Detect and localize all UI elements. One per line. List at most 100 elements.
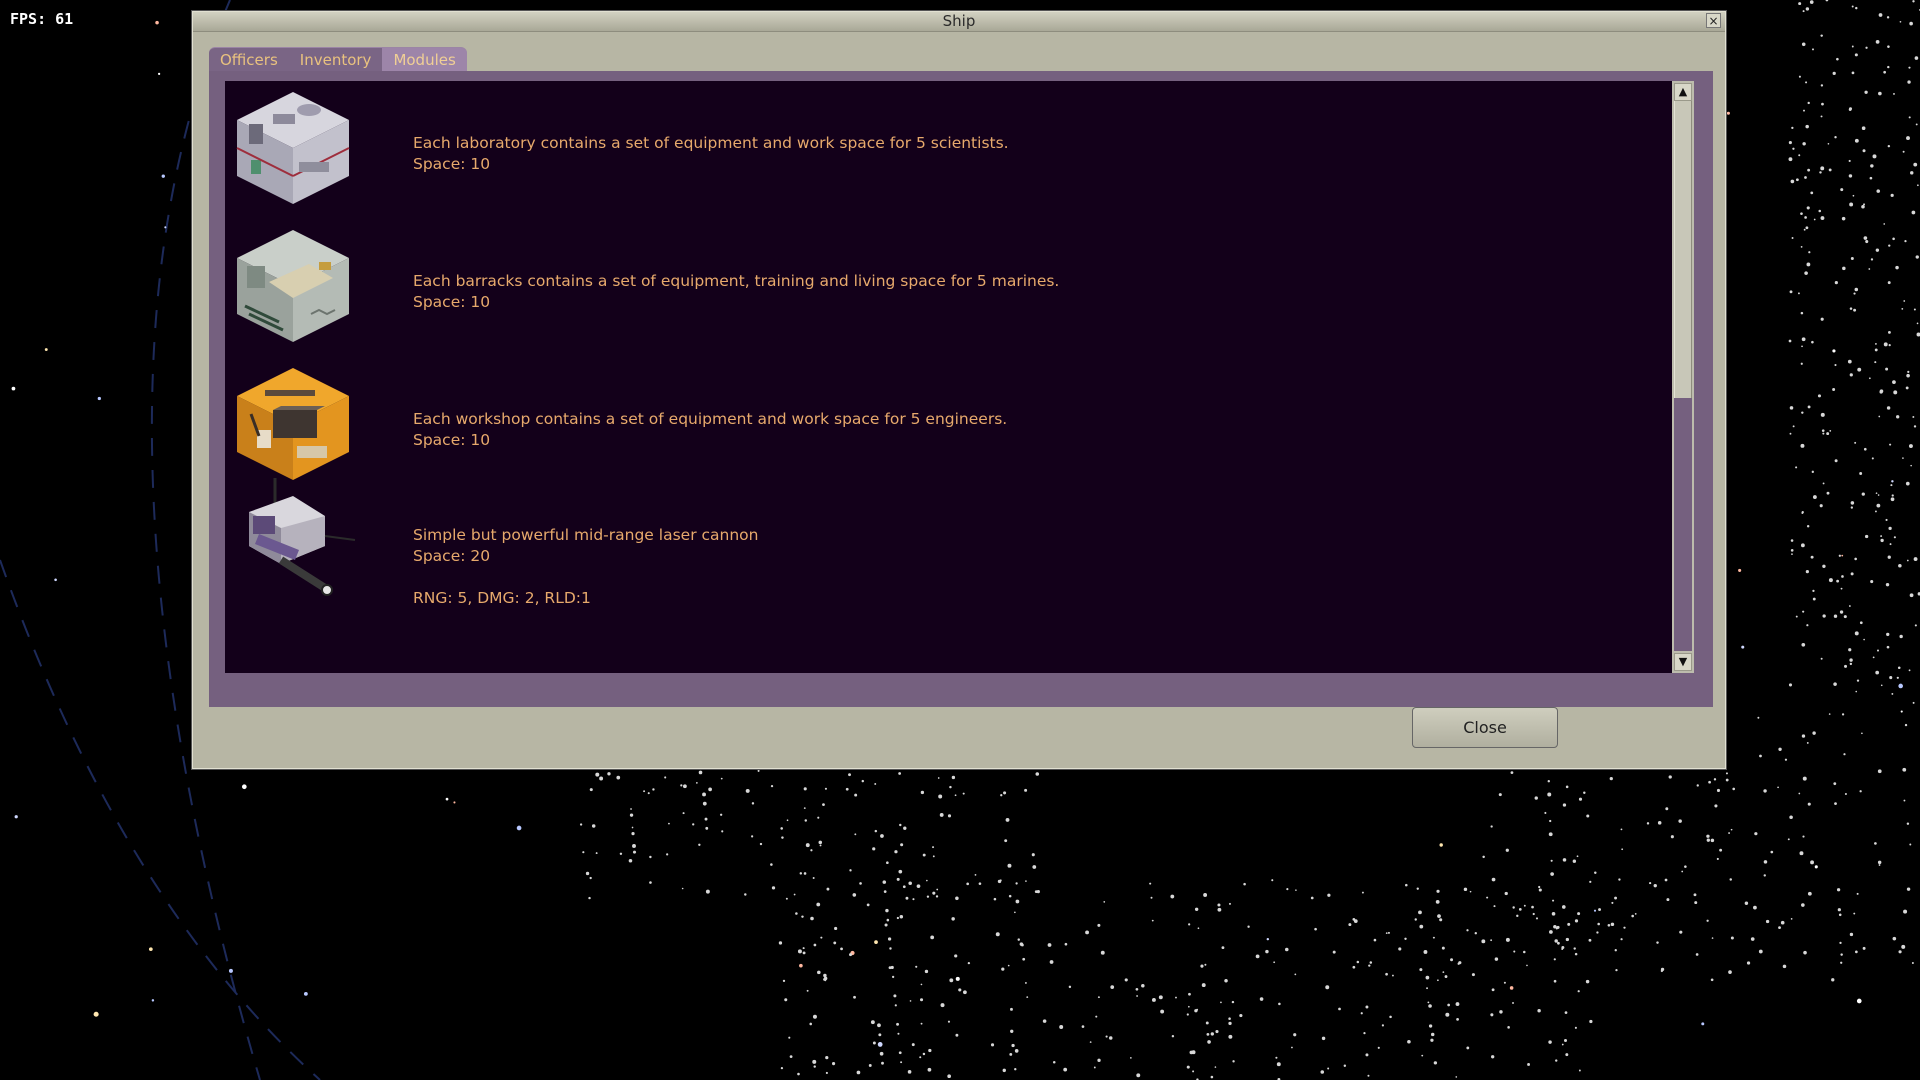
- star: [771, 886, 776, 890]
- list-item[interactable]: Each barracks contains a set of equipmen…: [225, 222, 1672, 352]
- star: [780, 1067, 784, 1070]
- star: [1790, 179, 1795, 184]
- star: [1843, 615, 1847, 619]
- star: [1352, 965, 1356, 969]
- star: [1754, 832, 1758, 836]
- star: [1024, 788, 1028, 792]
- star: [1577, 912, 1581, 916]
- star: [1812, 589, 1815, 593]
- star: [789, 1055, 793, 1059]
- star: [781, 836, 784, 839]
- star: [1789, 406, 1794, 410]
- star: [1890, 484, 1893, 487]
- tab-inventory[interactable]: Inventory: [288, 47, 383, 71]
- close-button[interactable]: Close: [1412, 707, 1558, 748]
- star: [1744, 901, 1749, 906]
- star: [1022, 957, 1026, 961]
- star: [1457, 962, 1460, 965]
- star: [1859, 472, 1863, 475]
- star: [810, 916, 814, 921]
- star: [1553, 958, 1556, 961]
- star: [1097, 1058, 1101, 1062]
- scrollbar-track[interactable]: [1674, 398, 1692, 651]
- star: [966, 882, 970, 886]
- star: [1611, 901, 1614, 904]
- star: [1089, 1041, 1092, 1043]
- star: [872, 847, 876, 851]
- star: [588, 896, 591, 900]
- star: [1498, 793, 1502, 797]
- star: [1433, 1061, 1438, 1065]
- star: [1486, 896, 1489, 899]
- star: [1877, 494, 1880, 496]
- star: [720, 777, 723, 780]
- star: [1878, 13, 1883, 17]
- star: [859, 882, 862, 885]
- star: [1902, 150, 1905, 153]
- star: [1523, 904, 1526, 907]
- star: [1444, 975, 1448, 978]
- tab-modules[interactable]: Modules: [382, 47, 467, 71]
- star: [1668, 775, 1672, 779]
- star: [1875, 248, 1880, 252]
- star: [1192, 1070, 1195, 1073]
- star: [1914, 56, 1919, 60]
- tab-officers[interactable]: Officers: [209, 47, 289, 71]
- star: [1063, 1067, 1068, 1072]
- star: [616, 775, 621, 780]
- star: [1042, 1019, 1047, 1023]
- modules-scrollbar[interactable]: ▲ ▼: [1672, 81, 1694, 673]
- close-icon[interactable]: ×: [1706, 13, 1721, 28]
- modules-list[interactable]: Each laboratory contains a set of equipm…: [225, 81, 1672, 673]
- scrollbar-thumb[interactable]: [1674, 101, 1692, 398]
- star: [1854, 441, 1857, 444]
- module-space: Space: 10: [413, 431, 491, 449]
- star: [1684, 865, 1687, 868]
- star: [1890, 193, 1894, 197]
- star: [939, 813, 944, 817]
- star: [797, 949, 802, 954]
- star: [1243, 882, 1246, 886]
- star: [1678, 819, 1682, 823]
- star: [1836, 888, 1841, 892]
- star: [1510, 771, 1514, 775]
- star: [582, 851, 585, 854]
- star: [1915, 255, 1919, 259]
- star: [1108, 1036, 1113, 1040]
- star: [1865, 46, 1868, 49]
- star: [1694, 901, 1698, 905]
- star: [1832, 349, 1836, 353]
- star: [1207, 1040, 1211, 1044]
- workshop-module-icon: [237, 368, 349, 480]
- star: [955, 896, 959, 901]
- star: [993, 897, 997, 901]
- scroll-down-icon[interactable]: ▼: [1674, 653, 1692, 671]
- star: [1714, 804, 1718, 808]
- scroll-up-icon[interactable]: ▲: [1674, 83, 1692, 101]
- star: [1916, 322, 1919, 325]
- window-titlebar[interactable]: Ship ×: [193, 12, 1725, 32]
- star: [1763, 860, 1768, 864]
- star: [799, 963, 803, 968]
- star: [1719, 848, 1723, 852]
- star: [1135, 987, 1139, 991]
- star: [854, 833, 857, 836]
- list-item[interactable]: Each laboratory contains a set of equipm…: [225, 84, 1672, 214]
- star: [1908, 116, 1911, 119]
- star: [1368, 964, 1371, 967]
- star: [920, 983, 923, 986]
- list-item[interactable]: Simple but powerful mid-range laser cann…: [225, 476, 1672, 607]
- star: [1578, 1069, 1581, 1072]
- modules-panel: Each laboratory contains a set of equipm…: [209, 71, 1713, 707]
- star: [1014, 911, 1016, 914]
- star: [1883, 223, 1886, 225]
- list-item[interactable]: Each workshop contains a set of equipmen…: [225, 360, 1672, 490]
- star: [1003, 791, 1007, 795]
- star: [1886, 16, 1890, 19]
- star: [1891, 480, 1894, 483]
- star: [1574, 952, 1578, 956]
- star: [1889, 443, 1892, 446]
- star: [1426, 987, 1428, 990]
- star: [1798, 792, 1801, 795]
- star: [940, 1003, 945, 1008]
